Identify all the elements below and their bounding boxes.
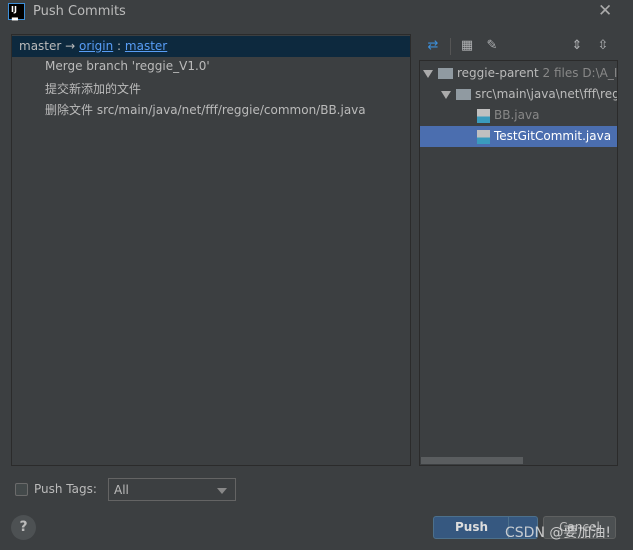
edit-icon[interactable]: ✎ — [483, 37, 501, 55]
push-tags-label: Push Tags: — [34, 482, 97, 496]
folder-icon — [456, 89, 471, 100]
close-icon[interactable]: ✕ — [598, 1, 612, 21]
file-name: BB.java — [494, 108, 540, 122]
commit-item[interactable]: 删除文件 src/main/java/net/fff/reggie/common… — [45, 101, 366, 118]
push-tags-checkbox[interactable] — [15, 483, 28, 496]
expand-all-icon[interactable]: ⇕ — [568, 37, 586, 55]
tree-root[interactable]: reggie-parent 2 files D:\A_I — [420, 63, 617, 84]
changed-files-tree: reggie-parent 2 files D:\A_I src\main\ja… — [419, 60, 618, 466]
tree-file[interactable]: BB.java — [420, 105, 617, 126]
intellij-logo-icon: IJ ▬ — [8, 3, 25, 23]
root-name: reggie-parent — [457, 66, 539, 80]
group-by-icon[interactable]: ▦ — [458, 37, 476, 55]
toolbar-divider — [450, 38, 451, 55]
expand-arrow-icon[interactable] — [423, 69, 433, 78]
tree-folder[interactable]: src\main\java\net\fff\reg — [420, 84, 617, 105]
commits-panel: master → origin : master Merge branch 'r… — [11, 34, 411, 466]
commit-item[interactable]: Merge branch 'reggie_V1.0' — [45, 59, 210, 73]
watermark: CSDN @要加油! — [505, 525, 611, 541]
chevron-down-icon — [217, 488, 227, 494]
file-count: 2 files — [542, 66, 579, 80]
remote-branch-link[interactable]: master — [125, 39, 167, 53]
branch-row[interactable]: master → origin : master — [12, 36, 410, 57]
tags-dropdown[interactable]: All — [108, 478, 236, 501]
expand-arrow-icon[interactable] — [441, 90, 451, 99]
commit-item[interactable]: 提交新添加的文件 — [45, 80, 141, 97]
module-icon — [438, 68, 453, 79]
help-button[interactable]: ? — [11, 515, 36, 540]
horizontal-scrollbar[interactable] — [421, 457, 523, 464]
window-title: Push Commits — [33, 4, 126, 19]
root-path: D:\A_I — [582, 66, 618, 80]
folder-name: src\main\java\net\fff\reg — [475, 87, 618, 101]
separator: : — [117, 39, 122, 53]
title-bar: IJ ▬ Push Commits ✕ — [0, 0, 633, 24]
java-file-icon — [477, 108, 490, 123]
java-file-icon — [477, 129, 490, 144]
local-branch: master — [19, 39, 62, 53]
file-name: TestGitCommit.java — [494, 129, 612, 143]
arrow: → — [65, 39, 76, 53]
compare-arrows-icon[interactable]: ⇄ — [424, 37, 442, 55]
remote-link[interactable]: origin — [79, 39, 113, 53]
tags-value: All — [114, 483, 129, 497]
tree-file-selected[interactable]: TestGitCommit.java — [420, 126, 617, 147]
collapse-all-icon[interactable]: ⇳ — [594, 37, 612, 55]
